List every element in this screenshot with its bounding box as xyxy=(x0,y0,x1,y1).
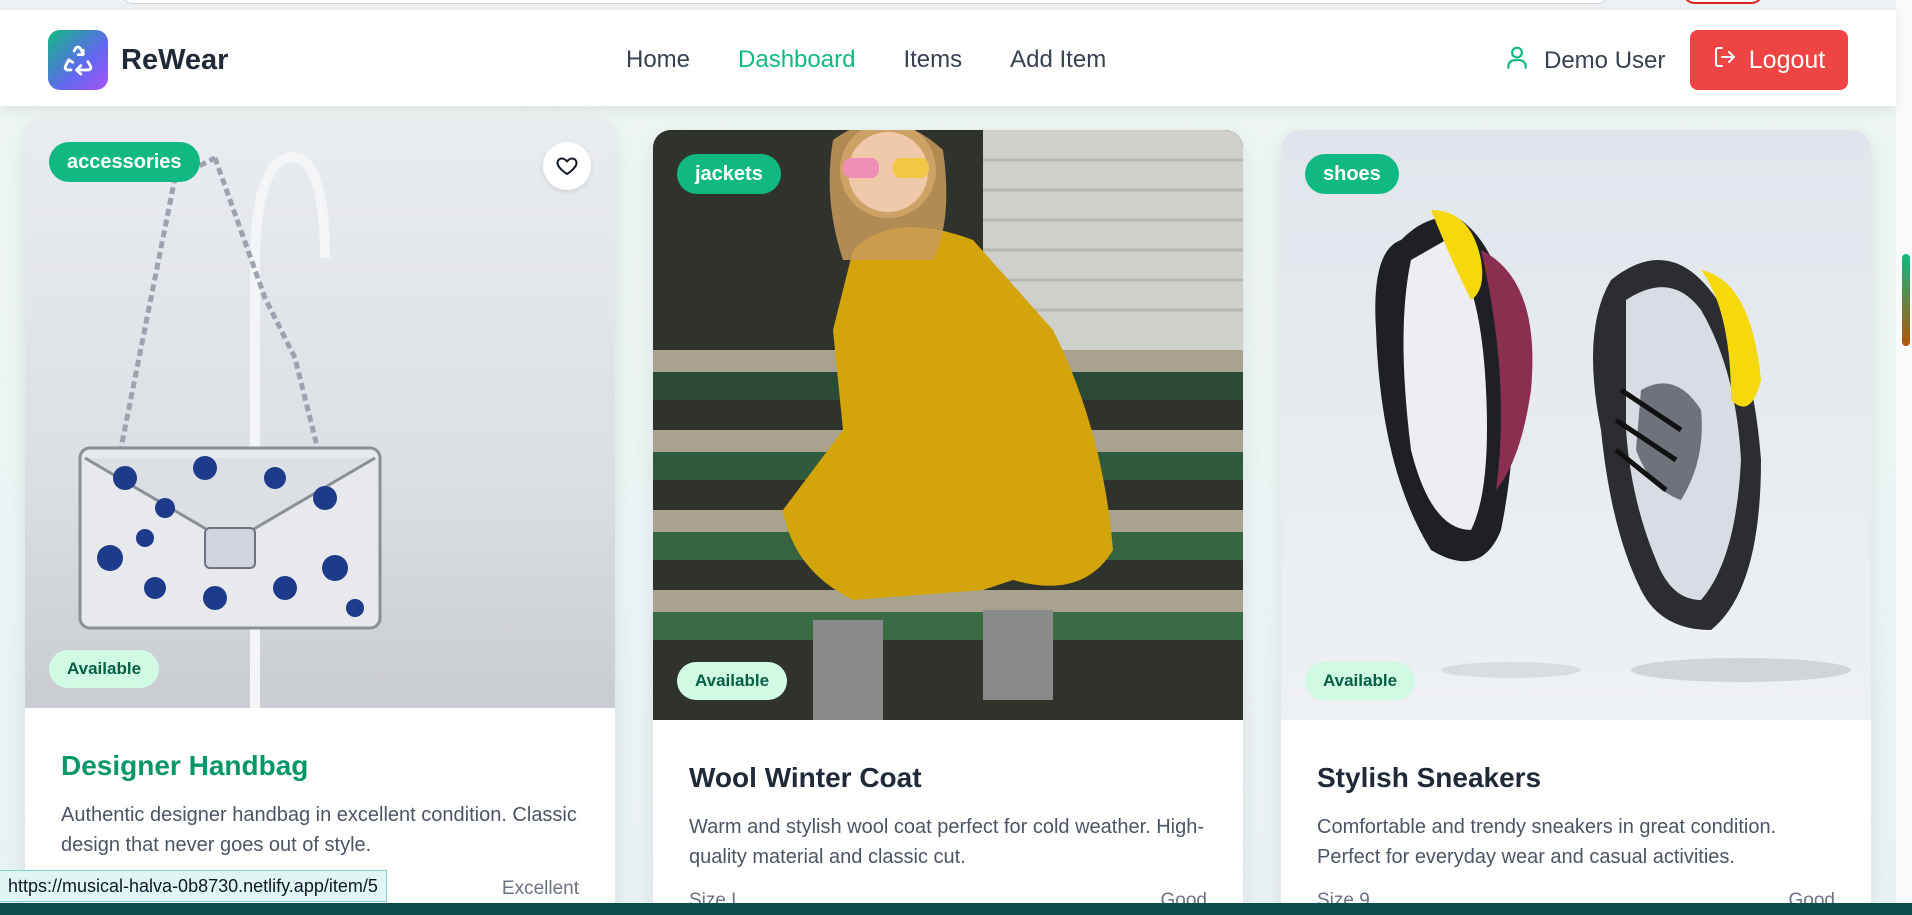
brand[interactable]: ReWear xyxy=(48,30,228,90)
heart-icon[interactable] xyxy=(543,142,591,190)
user-menu[interactable]: Demo User xyxy=(1504,44,1665,77)
card-body: Stylish Sneakers Comfortable and trendy … xyxy=(1281,720,1871,915)
item-condition: Excellent xyxy=(501,878,579,899)
user-name: Demo User xyxy=(1544,46,1666,74)
category-tag: jackets xyxy=(677,154,781,194)
item-image[interactable]: accessories Available xyxy=(25,118,615,708)
logout-icon xyxy=(1713,45,1737,76)
logout-button[interactable]: Logout xyxy=(1690,30,1848,90)
logout-label: Logout xyxy=(1748,45,1826,74)
handbag-image xyxy=(78,152,382,708)
scrollbar[interactable] xyxy=(1896,0,1912,905)
item-description: Warm and stylish wool coat perfect for c… xyxy=(689,816,1205,868)
status-badge: Available xyxy=(49,650,160,688)
item-card[interactable]: jackets Available Wool Winter Coat Warm … xyxy=(653,130,1243,915)
button-edge[interactable] xyxy=(1682,0,1764,4)
nav-add-item[interactable]: Add Item xyxy=(1010,46,1106,74)
status-bar-url: https://musical-halva-0b8730.netlify.app… xyxy=(0,870,387,902)
main-nav: Home Dashboard Items Add Item xyxy=(626,46,1154,74)
bottom-strip xyxy=(0,903,1912,915)
nav-dashboard[interactable]: Dashboard xyxy=(738,46,855,74)
sneakers-image xyxy=(1375,210,1851,682)
nav-items[interactable]: Items xyxy=(903,46,962,74)
item-image[interactable]: shoes Available xyxy=(1281,130,1871,720)
scrollbar-thumb[interactable] xyxy=(1902,254,1910,346)
item-image[interactable]: jackets Available xyxy=(653,130,1243,720)
nav-home[interactable]: Home xyxy=(626,46,690,74)
brand-name: ReWear xyxy=(121,43,229,76)
user-icon xyxy=(1504,44,1530,77)
item-title[interactable]: Wool Winter Coat xyxy=(689,762,1207,794)
search-bar-edge[interactable] xyxy=(120,0,1610,4)
status-badge: Available xyxy=(1305,662,1416,700)
category-tag: accessories xyxy=(49,142,200,182)
item-card[interactable]: accessories Available Designer Handbag A… xyxy=(25,118,615,915)
navbar: ReWear Home Dashboard Items Add Item Dem… xyxy=(0,10,1896,106)
coat-image xyxy=(653,130,1243,720)
item-title[interactable]: Designer Handbag xyxy=(61,750,579,782)
browser-top-strip xyxy=(0,0,1912,10)
status-badge: Available xyxy=(677,662,788,700)
card-body: Wool Winter Coat Warm and stylish wool c… xyxy=(653,720,1243,915)
item-card[interactable]: shoes Available Stylish Sneakers Comfort… xyxy=(1281,130,1871,915)
item-title[interactable]: Stylish Sneakers xyxy=(1317,762,1835,794)
item-description: Comfortable and trendy sneakers in great… xyxy=(1317,816,1777,868)
item-description: Authentic designer handbag in excellent … xyxy=(61,804,577,856)
category-tag: shoes xyxy=(1305,154,1399,194)
recycle-icon xyxy=(48,30,108,90)
